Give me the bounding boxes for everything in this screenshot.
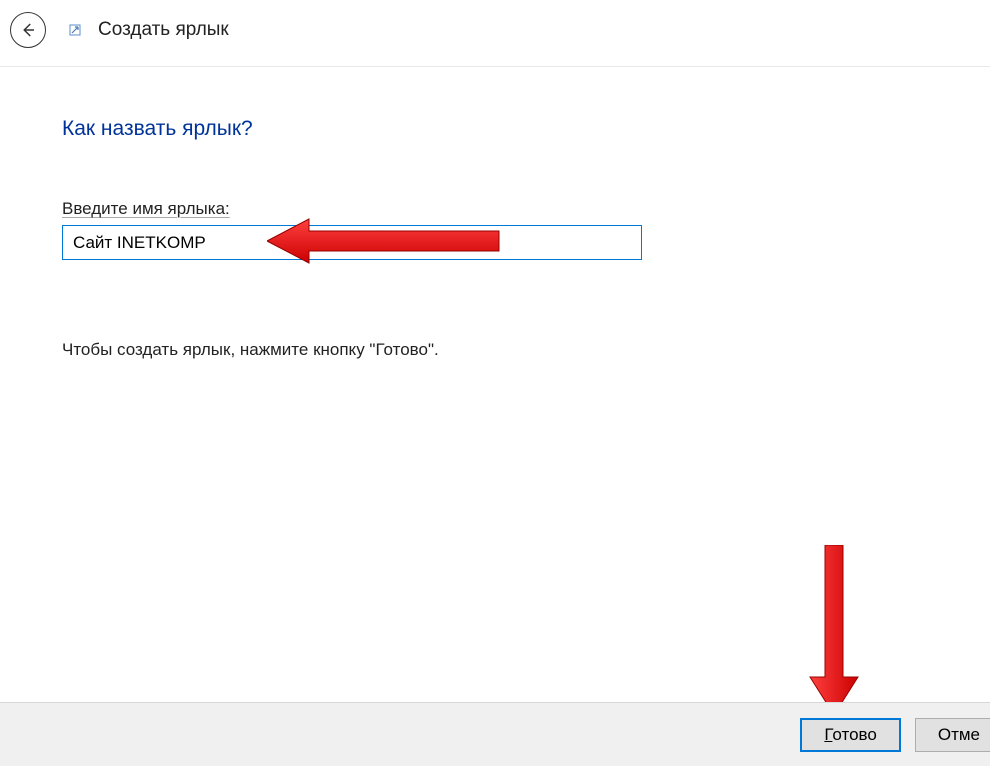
page-heading: Как назвать ярлык?	[62, 117, 928, 141]
back-button[interactable]	[10, 12, 46, 48]
wizard-footer: Готово Отме	[0, 702, 990, 766]
wizard-content: Как назвать ярлык? Введите имя ярлыка: Ч…	[0, 67, 990, 360]
shortcut-icon	[68, 21, 86, 39]
finish-button[interactable]: Готово	[800, 718, 901, 752]
wizard-title: Создать ярлык	[98, 19, 229, 41]
name-input-label: Введите имя ярлыка:	[62, 199, 928, 219]
cancel-button[interactable]: Отме	[915, 718, 990, 752]
shortcut-name-input[interactable]	[62, 225, 642, 260]
arrow-left-icon	[19, 21, 37, 39]
wizard-header: Создать ярлык	[0, 0, 990, 67]
help-text: Чтобы создать ярлык, нажмите кнопку "Гот…	[62, 340, 928, 360]
annotation-arrow-down-icon	[804, 545, 864, 717]
